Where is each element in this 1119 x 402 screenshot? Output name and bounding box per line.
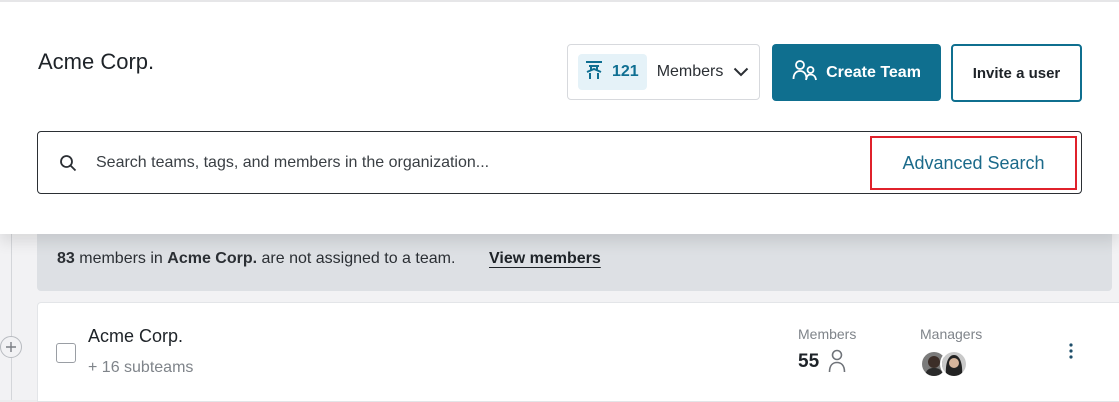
search-icon bbox=[59, 154, 77, 177]
view-members-link[interactable]: View members bbox=[489, 250, 601, 268]
search-bar: Advanced Search bbox=[37, 131, 1082, 194]
expand-plus-icon[interactable] bbox=[0, 336, 22, 358]
members-dropdown-button[interactable]: 121 Members bbox=[567, 44, 760, 100]
chevron-down-icon bbox=[733, 67, 749, 77]
users-icon bbox=[792, 59, 818, 86]
advanced-search-link[interactable]: Advanced Search bbox=[870, 136, 1077, 190]
team-name[interactable]: Acme Corp. bbox=[88, 326, 183, 347]
members-count-badge: 121 bbox=[578, 54, 647, 90]
create-team-label: Create Team bbox=[826, 63, 921, 81]
invite-user-button[interactable]: Invite a user bbox=[951, 44, 1082, 102]
avatar bbox=[940, 350, 968, 378]
search-input[interactable] bbox=[96, 146, 856, 180]
manager-avatars[interactable] bbox=[920, 350, 976, 380]
subteams-link[interactable]: + 16 subteams bbox=[88, 359, 193, 377]
header-card: Acme Corp. 121 Members Create Team Invit… bbox=[0, 0, 1119, 234]
notice-org-name: Acme Corp. bbox=[167, 250, 258, 267]
unassigned-count: 83 bbox=[57, 250, 75, 267]
notice-text-2: are not assigned to a team. bbox=[257, 250, 456, 267]
tree-rail bbox=[11, 232, 12, 400]
unassigned-notice-bar: 83 members in Acme Corp. are not assigne… bbox=[37, 225, 1112, 291]
person-icon bbox=[828, 349, 846, 378]
team-roster-icon bbox=[584, 59, 604, 86]
members-column-header: Members bbox=[798, 326, 857, 342]
managers-column-header: Managers bbox=[920, 326, 983, 342]
notice-text-1: members in bbox=[74, 250, 168, 267]
unassigned-notice-text: 83 members in Acme Corp. are not assigne… bbox=[57, 250, 455, 268]
members-count: 121 bbox=[612, 63, 639, 80]
members-label: Members bbox=[656, 63, 724, 80]
team-row: Acme Corp. + 16 subteams Members 55 Mana… bbox=[37, 302, 1119, 402]
team-row-checkbox[interactable] bbox=[56, 343, 76, 363]
team-members-count: 55 bbox=[798, 351, 820, 372]
create-team-button[interactable]: Create Team bbox=[772, 44, 941, 101]
kebab-menu-icon[interactable] bbox=[1068, 341, 1074, 366]
org-title: Acme Corp. bbox=[38, 49, 155, 74]
